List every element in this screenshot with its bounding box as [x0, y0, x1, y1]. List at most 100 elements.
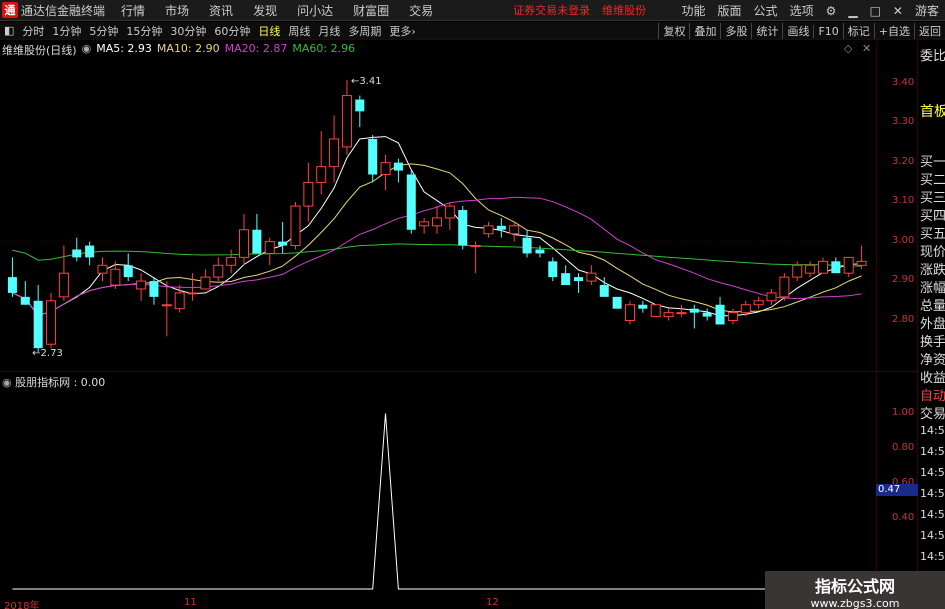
menu-market[interactable]: 行情	[121, 2, 145, 19]
trade-time: 14:56	[920, 487, 945, 500]
candle	[7, 257, 17, 297]
quote-label: 买一	[920, 155, 945, 170]
period-multi[interactable]: 多周期	[348, 23, 381, 39]
panel-divider	[0, 371, 918, 372]
candle-body	[329, 138, 340, 168]
menu-news[interactable]: 资讯	[209, 2, 233, 19]
toolbar-right: 复权 叠加 多股 统计 画线 F10 标记 +自选 返回	[658, 22, 945, 40]
period-60min[interactable]: 60分钟	[214, 23, 250, 39]
quote-label: 净资	[920, 353, 945, 368]
ma20-label: MA20: 2.87	[224, 42, 288, 55]
period-more[interactable]: 更多›	[389, 23, 415, 39]
candle-body	[496, 225, 506, 230]
period-5min[interactable]: 5分钟	[89, 23, 118, 39]
candle-body	[509, 225, 520, 235]
menu-options[interactable]: 选项	[790, 2, 814, 19]
price-tick: 3.10	[892, 195, 915, 207]
x-label-dec: 12	[486, 597, 499, 608]
btn-overlay[interactable]: 叠加	[689, 23, 720, 39]
candlestick-chart[interactable]: ←3.41 ←2.73	[0, 56, 876, 368]
toggle-panel-icon[interactable]: ◧	[4, 24, 14, 37]
btn-f10[interactable]: F10	[813, 24, 842, 38]
ma10-line	[12, 163, 862, 316]
candle-body	[624, 304, 635, 322]
period-daily[interactable]: 日线	[258, 23, 280, 39]
quote-label: 涨幅	[920, 281, 945, 296]
period-1min[interactable]: 1分钟	[52, 23, 81, 39]
menu-function[interactable]: 功能	[682, 2, 706, 19]
stock-name-status: 维维股份	[602, 4, 647, 17]
candle	[72, 237, 82, 262]
candle	[226, 249, 237, 274]
candle-body	[676, 312, 687, 315]
quote-label: 涨跌	[920, 263, 945, 278]
candle	[123, 253, 133, 282]
quote-label[interactable]: 交易	[920, 403, 945, 422]
btn-mark[interactable]: 标记	[842, 23, 874, 39]
btn-stats[interactable]: 统计	[751, 23, 782, 39]
menu-wealth[interactable]: 财富圈	[353, 2, 389, 19]
minimize-icon[interactable]: ▁	[848, 4, 857, 18]
candle-body	[470, 245, 481, 248]
indicator-toggle-icon[interactable]: ◉	[2, 376, 12, 389]
menu-trade[interactable]: 交易	[409, 2, 433, 19]
candle-body	[368, 138, 378, 175]
menu-market-center[interactable]: 市场	[165, 2, 189, 19]
low-annotation: ←2.73	[32, 348, 63, 359]
candle-body	[264, 241, 275, 254]
period-weekly[interactable]: 周线	[288, 23, 310, 39]
candle	[33, 285, 43, 353]
menu-discover[interactable]: 发现	[253, 2, 277, 19]
close-panel-icon[interactable]: ✕	[862, 42, 871, 55]
btn-multi-stock[interactable]: 多股	[720, 23, 751, 39]
candle-body	[149, 281, 159, 297]
candle-body	[355, 99, 365, 112]
candle	[278, 221, 288, 254]
candle-body	[522, 237, 532, 254]
x-label-nov: 11	[184, 597, 197, 608]
quote-label[interactable]: 自动	[920, 385, 945, 404]
trade-time: 14:56	[920, 445, 945, 458]
candle-body	[239, 229, 250, 258]
candle-body	[341, 95, 352, 148]
candle-body	[252, 229, 262, 254]
candle-body	[638, 304, 648, 309]
period-30min[interactable]: 30分钟	[170, 23, 206, 39]
period-monthly[interactable]: 月线	[318, 23, 340, 39]
settings-icon[interactable]: ⚙	[826, 4, 837, 18]
candle-body	[161, 304, 172, 307]
diamond-icon[interactable]: ◇	[844, 42, 852, 55]
candle-body	[689, 308, 699, 313]
quote-label: 买五	[920, 227, 945, 242]
candle	[406, 170, 416, 234]
candle-body	[458, 210, 468, 246]
price-tick: 2.90	[892, 274, 915, 286]
indicator-chart[interactable]	[0, 390, 876, 595]
menu-guest[interactable]: 游客	[915, 2, 939, 19]
login-status[interactable]: 证券交易未登录	[513, 2, 590, 18]
period-15min[interactable]: 15分钟	[126, 23, 162, 39]
candle	[663, 308, 674, 321]
candle-body	[779, 276, 790, 298]
btn-back[interactable]: 返回	[914, 23, 945, 39]
close-icon[interactable]: ✕	[893, 4, 903, 18]
btn-adjust[interactable]: 复权	[658, 23, 689, 39]
indicator-tick: 0.40	[892, 511, 915, 523]
candle	[779, 273, 790, 301]
menu-formula[interactable]: 公式	[754, 2, 778, 19]
candle-body	[20, 296, 30, 305]
candle	[316, 131, 327, 195]
menu-layout[interactable]: 版面	[718, 2, 742, 19]
legend-toggle-icon[interactable]: ◉	[82, 42, 92, 56]
candle	[149, 277, 159, 305]
indicator-value: 股朋指标网 : 0.00	[15, 376, 106, 389]
candle-body	[663, 312, 674, 318]
candle	[496, 217, 506, 238]
menu-ask[interactable]: 问小达	[297, 2, 333, 19]
period-intraday[interactable]: 分时	[22, 23, 44, 39]
quote-label: 委比	[920, 49, 945, 64]
btn-draw[interactable]: 画线	[782, 23, 813, 39]
btn-add-watchlist[interactable]: +自选	[873, 23, 914, 39]
candle	[341, 79, 352, 155]
maximize-icon[interactable]: □	[870, 4, 881, 18]
